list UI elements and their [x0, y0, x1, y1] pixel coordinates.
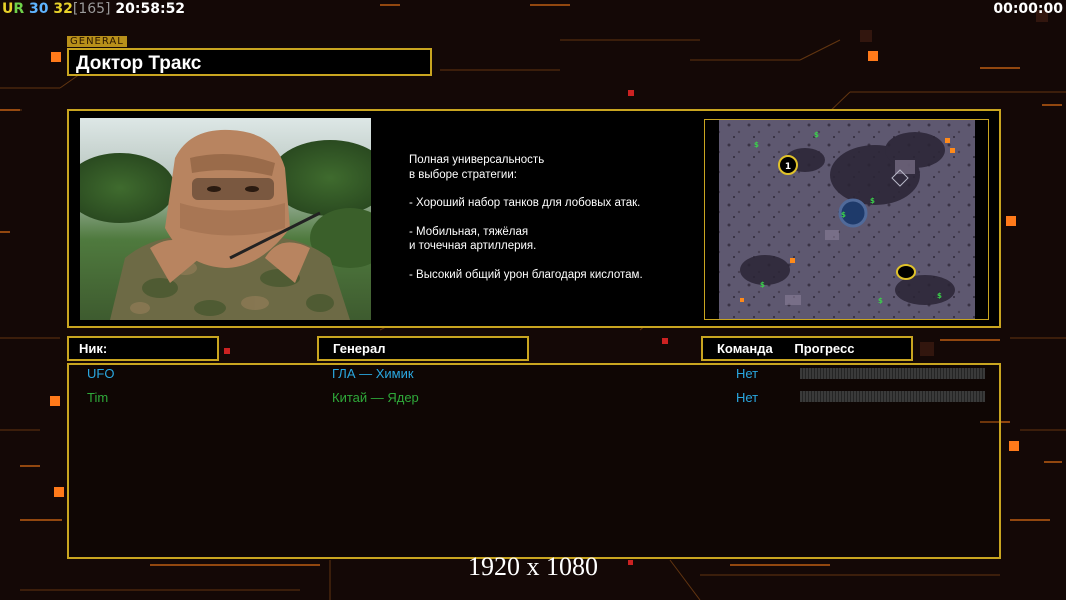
hud-r: R [13, 1, 25, 17]
svg-text:$: $ [937, 292, 942, 300]
desc-line: Полная универсальность [409, 154, 545, 166]
general-tag: GENERAL [67, 36, 127, 47]
start-position-2[interactable] [896, 264, 916, 280]
desc-line: - Высокий общий урон благодаря кислотам. [409, 268, 643, 281]
svg-text:$: $ [754, 141, 759, 149]
player-progress-bar [800, 391, 985, 402]
svg-text:$: $ [841, 211, 846, 219]
header-general: Генерал [317, 336, 529, 361]
hud-clock: 20:58:52 [115, 1, 186, 17]
game-timer: 00:00:00 [993, 1, 1063, 17]
player-general[interactable]: ГЛА — Химик [332, 366, 414, 381]
header-team-progress: Команда Прогресс [701, 336, 913, 361]
desc-line: и точечная артиллерия. [409, 240, 537, 252]
svg-text:$: $ [878, 297, 883, 305]
svg-text:$: $ [814, 131, 819, 139]
player-team[interactable]: Нет [736, 390, 758, 405]
general-portrait [80, 118, 371, 320]
player-general[interactable]: Китай — Ядер [332, 390, 419, 405]
desc-line: - Хороший набор танков для лобовых атак. [409, 197, 641, 209]
player-progress-bar [800, 368, 985, 379]
map-preview: $ $ $ $ $ $ $ 1 [704, 119, 989, 320]
hud-fps-avg: 32 [53, 1, 73, 17]
hud-fps-max: [165] [72, 1, 111, 17]
player-nick: UFO [87, 366, 115, 381]
portrait-image [80, 129, 371, 320]
header-progress: Прогресс [794, 341, 855, 356]
player-nick: Tim [87, 390, 109, 405]
performance-hud: UR 30 32[165] 20:58:52 [2, 1, 185, 17]
desc-line: - Мобильная, тяжёлая [409, 225, 529, 238]
hud-fps-current: 30 [29, 1, 49, 17]
general-name: Доктор Тракс [67, 48, 432, 76]
general-description: Полная универсальность в выборе стратегии… [409, 153, 689, 296]
resolution-label: 1920 x 1080 [468, 552, 598, 581]
desc-line: в выборе стратегии: [409, 168, 517, 181]
hud-u: U [2, 1, 14, 17]
start-position-label: 1 [785, 162, 791, 172]
svg-text:$: $ [870, 197, 875, 205]
header-team: Команда [717, 341, 773, 356]
header-nick: Ник: [67, 336, 219, 361]
player-team[interactable]: Нет [736, 366, 758, 381]
svg-text:$: $ [760, 281, 765, 289]
